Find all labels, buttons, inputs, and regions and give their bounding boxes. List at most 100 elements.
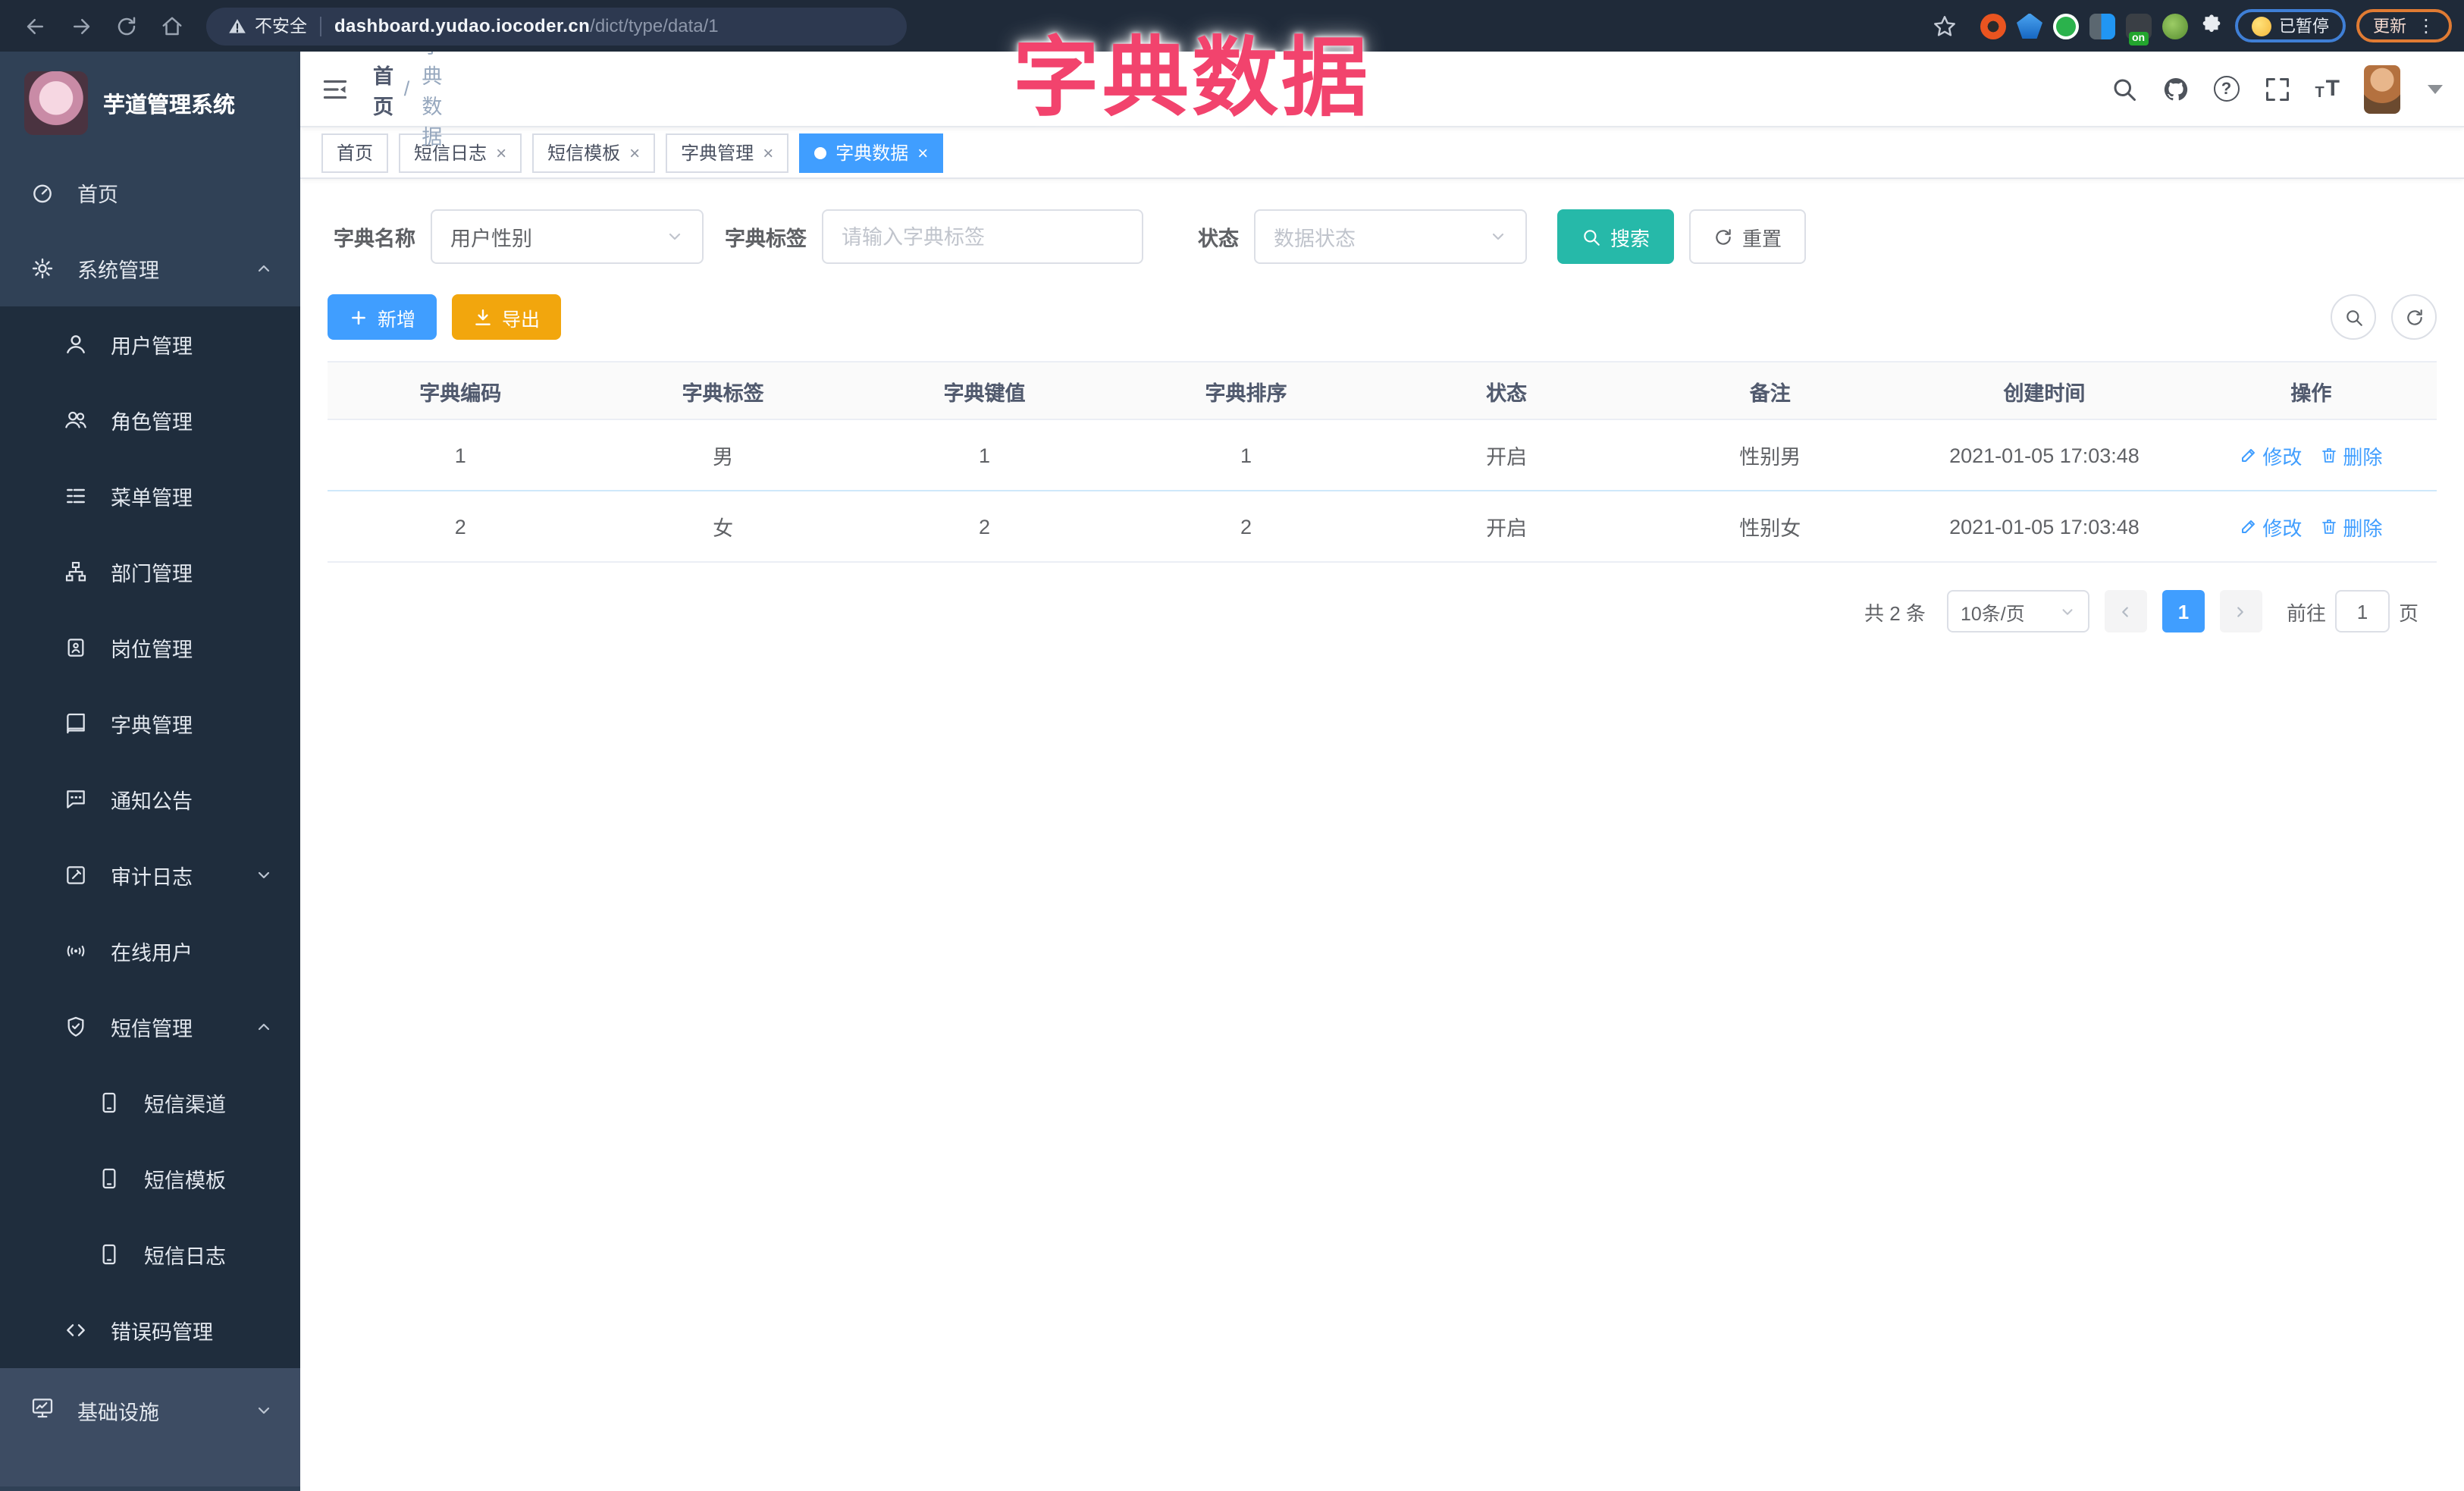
table-header-row: 字典编码 字典标签 字典键值 字典排序 状态 备注 创建时间 操作 — [328, 363, 2437, 420]
refresh-icon — [2404, 307, 2424, 327]
refresh-table-button[interactable] — [2391, 294, 2437, 340]
sidebar-item-home[interactable]: 首页 — [0, 155, 300, 231]
browser-update-button[interactable]: 更新 ⋮ — [2356, 9, 2452, 42]
gear-icon — [30, 256, 55, 281]
font-size-icon[interactable]: TT — [2315, 76, 2340, 102]
page-size-select[interactable]: 10条/页 — [1946, 590, 2089, 632]
book-icon — [64, 711, 88, 736]
extension-icon-orange[interactable] — [1980, 13, 2006, 39]
extension-icon-blue-drop[interactable] — [2017, 13, 2042, 39]
edit-link[interactable]: 修改 — [2240, 512, 2302, 541]
next-page-button[interactable] — [2219, 590, 2262, 632]
sidebar-logo-row[interactable]: 芋道管理系统 — [0, 52, 300, 155]
sidebar-item-post-mgmt[interactable]: 岗位管理 — [0, 610, 300, 686]
extension-icon-blue-bars[interactable] — [2089, 13, 2115, 39]
edit-square-icon — [64, 863, 88, 887]
search-button[interactable]: 搜索 — [1557, 209, 1675, 264]
sidebar-item-audit-log[interactable]: 审计日志 — [0, 837, 300, 913]
tab-dict-data[interactable]: 字典数据 × — [799, 133, 944, 172]
goto-page-input[interactable] — [2334, 590, 2390, 632]
close-icon[interactable]: × — [763, 142, 773, 163]
sidebar-item-online-users[interactable]: 在线用户 — [0, 913, 300, 989]
tab-dict-mgmt[interactable]: 字典管理 × — [666, 133, 789, 172]
extension-icon-on-toggle[interactable]: on — [2126, 13, 2152, 45]
dict-name-select[interactable]: 用户性别 — [431, 209, 704, 264]
app-logo-image — [24, 71, 88, 135]
page-unit-label: 页 — [2398, 601, 2419, 624]
export-button[interactable]: 导出 — [452, 294, 562, 340]
chevron-down-icon — [255, 1402, 273, 1420]
help-icon[interactable]: ? — [2213, 76, 2240, 102]
extension-icon-green-leaf[interactable] — [2162, 13, 2188, 39]
user-avatar[interactable] — [2364, 64, 2400, 113]
sidebar-collapse-icon[interactable] — [321, 75, 349, 102]
github-icon[interactable] — [2161, 75, 2189, 102]
bookmark-star-icon[interactable] — [1932, 13, 1958, 39]
extension-icon-green-check[interactable] — [2053, 13, 2079, 39]
sidebar-item-dept-mgmt[interactable]: 部门管理 — [0, 534, 300, 610]
sidebar-item-system-mgmt[interactable]: 系统管理 — [0, 231, 300, 306]
code-icon — [64, 1318, 88, 1342]
breadcrumb-home[interactable]: 首页 — [373, 58, 393, 119]
add-button[interactable]: 新增 — [328, 294, 437, 340]
browser-menu-kebab-icon[interactable]: ⋮ — [2417, 15, 2435, 36]
sidebar-item-dict-mgmt[interactable]: 字典管理 — [0, 686, 300, 761]
active-dot — [814, 146, 827, 159]
sidebar-item-sms-channel[interactable]: 短信渠道 — [0, 1065, 300, 1141]
dict-data-table: 字典编码 字典标签 字典键值 字典排序 状态 备注 创建时间 操作 1 男 1 … — [328, 361, 2437, 563]
delete-link[interactable]: 删除 — [2320, 512, 2382, 541]
sidebar-item-menu-mgmt[interactable]: 菜单管理 — [0, 458, 300, 534]
toolbar-right — [2331, 294, 2437, 340]
chevron-left-icon — [2118, 603, 2134, 620]
search-icon[interactable] — [2110, 75, 2137, 102]
org-tree-icon — [64, 560, 88, 584]
url-host: dashboard.yudao.iocoder.cn — [334, 15, 591, 36]
fullscreen-icon[interactable] — [2263, 75, 2290, 102]
table-row[interactable]: 1 男 1 1 开启 性别男 2021-01-05 17:03:48 修改 删除 — [328, 420, 2437, 491]
chevron-down-icon — [2059, 603, 2076, 620]
close-icon[interactable]: × — [917, 142, 928, 163]
page-number-current[interactable]: 1 — [2161, 590, 2205, 632]
browser-back-icon[interactable] — [18, 9, 52, 42]
mobile-icon — [97, 1166, 121, 1191]
total-count: 共 2 条 — [1864, 601, 1926, 624]
sidebar-item-user-mgmt[interactable]: 用户管理 — [0, 306, 300, 382]
download-icon — [473, 307, 493, 327]
chevron-down-icon — [255, 866, 273, 884]
url-divider — [319, 16, 321, 36]
browser-forward-icon[interactable] — [64, 9, 97, 42]
dict-label-input[interactable] — [842, 225, 1124, 248]
sidebar-item-role-mgmt[interactable]: 角色管理 — [0, 382, 300, 458]
tag-tabs-bar: 首页 短信日志 × 短信模板 × 字典管理 × 字典数据 × — [300, 127, 2464, 179]
sidebar-item-infrastructure[interactable]: 基础设施 — [0, 1368, 300, 1486]
delete-link[interactable]: 删除 — [2320, 441, 2382, 469]
col-header: 状态 — [1486, 381, 1528, 404]
not-secure-warning-icon — [227, 16, 247, 36]
address-bar[interactable]: 不安全 dashboard.yudao.iocoder.cn /dict/typ… — [206, 7, 907, 45]
profile-paused-chip[interactable]: 已暂停 — [2235, 9, 2346, 42]
sidebar-item-sms-template[interactable]: 短信模板 — [0, 1141, 300, 1216]
tab-sms-template[interactable]: 短信模板 × — [532, 133, 656, 172]
extensions-puzzle-icon[interactable] — [2199, 13, 2224, 39]
toggle-search-button[interactable] — [2331, 294, 2376, 340]
goto-page: 前往 页 — [2287, 590, 2419, 632]
edit-link[interactable]: 修改 — [2240, 441, 2302, 469]
sidebar-item-sms-mgmt[interactable]: 短信管理 — [0, 989, 300, 1065]
sidebar-item-errcode-mgmt[interactable]: 错误码管理 — [0, 1292, 300, 1368]
chat-bubble-icon — [64, 787, 88, 811]
col-header: 备注 — [1749, 381, 1791, 404]
status-select[interactable]: 数据状态 — [1254, 209, 1527, 264]
prev-page-button[interactable] — [2104, 590, 2147, 632]
sidebar-item-sms-log[interactable]: 短信日志 — [0, 1216, 300, 1292]
caret-down-icon[interactable] — [2428, 84, 2443, 93]
sidebar-item-notice[interactable]: 通知公告 — [0, 761, 300, 837]
not-secure-label: 不安全 — [255, 18, 307, 36]
trash-icon — [2320, 446, 2338, 464]
chevron-up-icon — [255, 259, 273, 278]
browser-home-icon[interactable] — [155, 9, 188, 42]
browser-reload-icon[interactable] — [109, 9, 143, 42]
table-row[interactable]: 2 女 2 2 开启 性别女 2021-01-05 17:03:48 修改 删除 — [328, 491, 2437, 563]
profile-emoji-avatar — [2252, 16, 2271, 36]
reset-button[interactable]: 重置 — [1689, 209, 1807, 264]
close-icon[interactable]: × — [629, 142, 640, 163]
